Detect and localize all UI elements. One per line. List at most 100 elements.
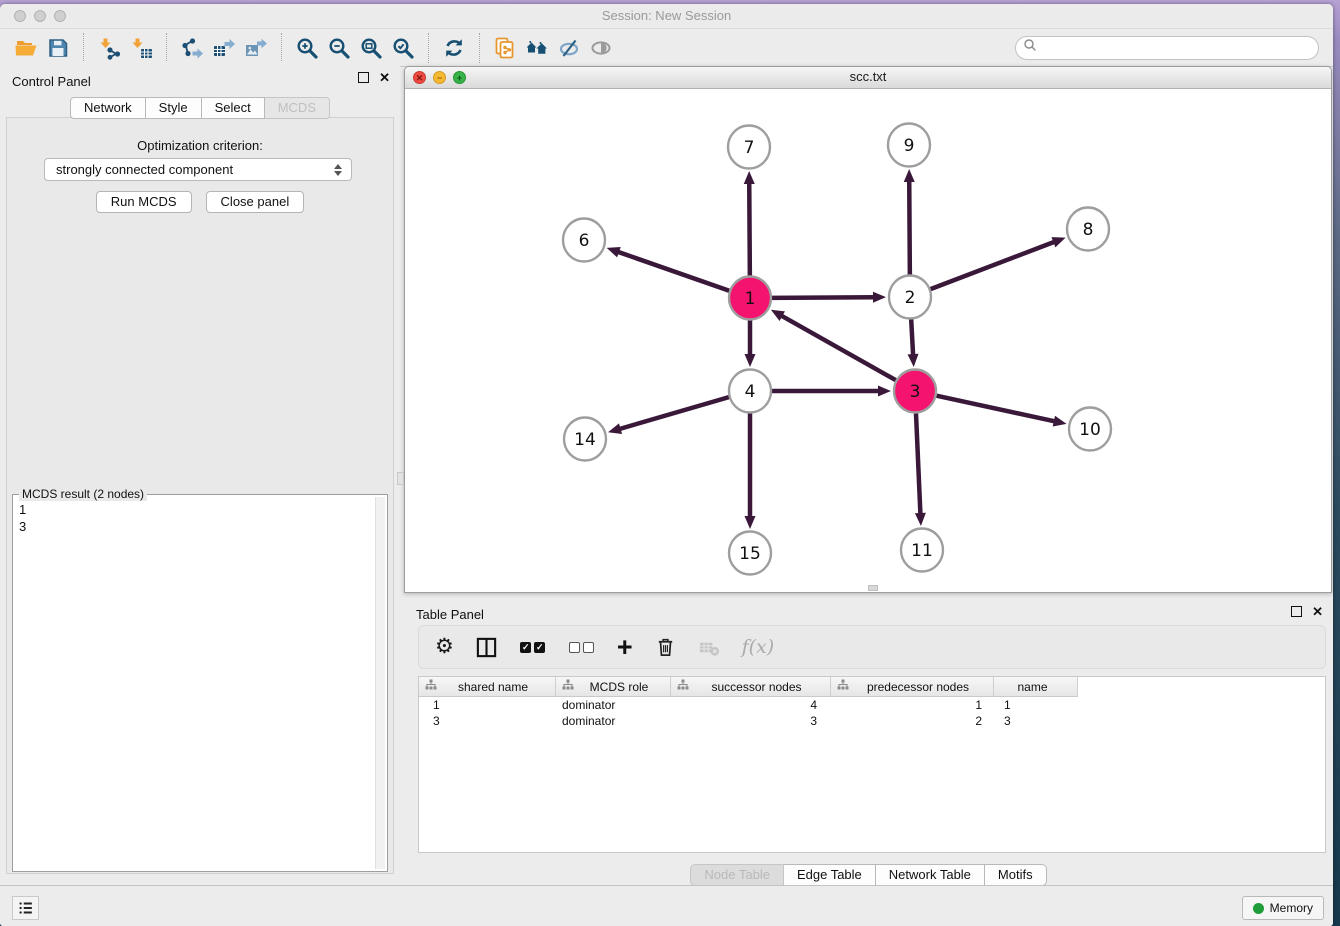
first-neighbors-icon[interactable]	[521, 33, 553, 63]
task-history-button[interactable]	[12, 896, 39, 920]
save-session-icon[interactable]	[42, 33, 74, 63]
import-table-icon[interactable]	[125, 33, 157, 63]
graph-edge-arrowhead	[873, 292, 886, 303]
import-network-icon[interactable]	[93, 33, 125, 63]
zoom-selected-icon[interactable]	[387, 33, 419, 63]
delete-column-trash-icon[interactable]	[654, 633, 677, 661]
show-columns-icon[interactable]	[475, 633, 498, 661]
dropdown-stepper-icon	[329, 164, 351, 176]
network-minimize-button[interactable]: −	[433, 71, 446, 84]
open-file-icon[interactable]	[10, 33, 42, 63]
graph-edge[interactable]	[911, 319, 913, 356]
close-window-button[interactable]	[14, 10, 26, 22]
zoom-out-icon[interactable]	[323, 33, 355, 63]
window-title: Session: New Session	[0, 4, 1333, 28]
network-view-window: ✕ − + scc.txt 1234678910111415	[404, 66, 1332, 593]
export-network-icon[interactable]	[176, 33, 208, 63]
table-panel: Table Panel ✕ ⚙ ✓✓ + f(x) shared name MC…	[404, 598, 1333, 887]
select-all-columns-icon[interactable]: ✓✓	[519, 633, 547, 661]
graph-edge-arrowhead	[904, 169, 915, 182]
graph-edge[interactable]	[909, 180, 910, 275]
column-header-name[interactable]: name	[994, 677, 1078, 697]
graph-edge-arrowhead	[607, 247, 621, 257]
hierarchy-icon	[677, 678, 689, 696]
mcds-result-text[interactable]: 1 3	[17, 501, 373, 867]
export-image-icon[interactable]	[240, 33, 272, 63]
tab-select[interactable]: Select	[202, 97, 265, 119]
graph-edge[interactable]	[931, 241, 1056, 289]
tab-network[interactable]: Network	[70, 97, 146, 119]
graph-node-label: 10	[1079, 420, 1101, 440]
network-window-titlebar[interactable]: ✕ − + scc.txt	[405, 67, 1331, 89]
graph-edge[interactable]	[936, 396, 1055, 422]
network-maximize-button[interactable]: +	[453, 71, 466, 84]
close-table-panel-icon[interactable]: ✕	[1312, 606, 1323, 617]
network-window-title: scc.txt	[405, 67, 1331, 87]
graph-node-label: 14	[574, 430, 596, 450]
graph-edge[interactable]	[749, 182, 750, 276]
column-header-mcds-role[interactable]: MCDS role	[556, 677, 671, 697]
result-scrollbar[interactable]	[375, 497, 385, 869]
column-header-shared-name[interactable]: shared name	[419, 677, 556, 697]
tab-motifs[interactable]: Motifs	[985, 864, 1047, 886]
unselect-all-columns-icon[interactable]	[568, 633, 596, 661]
hierarchy-icon	[425, 678, 437, 696]
table-row[interactable]: 1 dominator 4 1 1	[419, 697, 1325, 713]
graph-edge-arrowhead	[878, 386, 891, 397]
control-panel-title: Control Panel	[12, 74, 91, 89]
float-table-panel-icon[interactable]	[1291, 606, 1302, 617]
search-field[interactable]	[1015, 36, 1319, 60]
graph-node-label: 7	[744, 138, 755, 158]
optimization-criterion-dropdown[interactable]: strongly connected component	[44, 158, 352, 181]
float-panel-icon[interactable]	[358, 72, 369, 83]
graph-node-label: 11	[911, 541, 933, 561]
hierarchy-icon	[837, 678, 849, 696]
close-panel-button[interactable]: Close panel	[206, 191, 305, 213]
graph-edge[interactable]	[619, 397, 729, 429]
panel-splitter-handle[interactable]	[397, 472, 404, 485]
mcds-result-legend: MCDS result (2 nodes)	[19, 487, 147, 501]
delete-table-icon	[698, 633, 721, 661]
graph-edge-arrowhead	[744, 171, 755, 184]
tab-network-table[interactable]: Network Table	[876, 864, 985, 886]
graph-edge[interactable]	[780, 315, 895, 380]
create-column-icon[interactable]: +	[617, 633, 633, 661]
graph-edge-arrowhead	[745, 516, 756, 529]
minimize-window-button[interactable]	[34, 10, 46, 22]
tab-style[interactable]: Style	[146, 97, 202, 119]
table-row[interactable]: 3 dominator 3 2 3	[419, 713, 1325, 729]
search-input[interactable]	[1037, 40, 1311, 56]
tab-mcds[interactable]: MCDS	[265, 97, 330, 119]
graph-node-label: 4	[745, 382, 756, 402]
column-header-predecessor-nodes[interactable]: predecessor nodes	[831, 677, 994, 697]
control-panel: Control Panel ✕ Network Style Select MCD…	[0, 62, 400, 882]
graph-edge[interactable]	[772, 297, 875, 298]
zoom-in-icon[interactable]	[291, 33, 323, 63]
toolbar-separator	[479, 33, 480, 63]
close-panel-icon[interactable]: ✕	[379, 72, 390, 83]
export-table-icon[interactable]	[208, 33, 240, 63]
graph-edge-arrowhead	[1053, 416, 1067, 427]
memory-button[interactable]: Memory	[1242, 896, 1324, 920]
table-settings-gear-icon[interactable]: ⚙	[435, 633, 454, 661]
tab-edge-table[interactable]: Edge Table	[784, 864, 876, 886]
tab-node-table[interactable]: Node Table	[690, 864, 784, 886]
clone-network-icon[interactable]	[489, 33, 521, 63]
optimization-criterion-label: Optimization criterion:	[0, 138, 400, 153]
node-table: shared name MCDS role successor nodes pr…	[418, 676, 1326, 853]
zoom-fit-icon[interactable]	[355, 33, 387, 63]
hide-selected-icon[interactable]	[553, 33, 585, 63]
window-controls	[14, 10, 66, 22]
graph-edge[interactable]	[916, 413, 920, 515]
zoom-window-button[interactable]	[54, 10, 66, 22]
column-header-successor-nodes[interactable]: successor nodes	[671, 677, 831, 697]
refresh-view-icon[interactable]	[438, 33, 470, 63]
memory-label: Memory	[1270, 901, 1313, 915]
search-icon	[1023, 38, 1037, 57]
graph-node-label: 1	[745, 289, 756, 309]
network-close-button[interactable]: ✕	[413, 71, 426, 84]
graph-edge[interactable]	[617, 252, 729, 291]
run-mcds-button[interactable]: Run MCDS	[96, 191, 192, 213]
network-canvas[interactable]: 1234678910111415	[405, 89, 1331, 592]
canvas-resize-handle[interactable]	[868, 585, 878, 591]
